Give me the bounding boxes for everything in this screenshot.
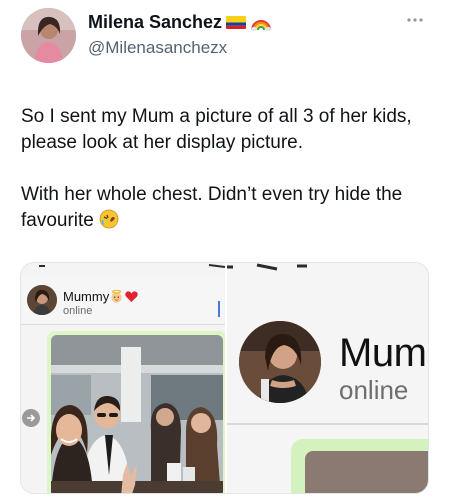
rainbow-icon [250, 15, 272, 31]
author-avatar[interactable] [21, 8, 76, 63]
author-handle[interactable]: @Milenasanchezx [88, 38, 227, 58]
author-name-row: Milena Sanchez [88, 12, 272, 33]
tweet-text: So I sent my Mum a picture of all 3 of h… [21, 104, 436, 234]
colombia-flag-icon [226, 16, 247, 29]
rolling-on-floor-laughing-emoji [99, 209, 119, 229]
author-name[interactable]: Milena Sanchez [88, 12, 222, 33]
tweet-paragraph-2-text: With her whole chest. Didn’t even try hi… [21, 184, 403, 231]
tweet-paragraph-1: So I sent my Mum a picture of all 3 of h… [21, 106, 412, 153]
tweet-media[interactable]: Mummy online Mum online [20, 262, 429, 494]
contact-status: online [63, 305, 93, 317]
contact-avatar[interactable] [27, 285, 57, 315]
family-photo[interactable] [51, 335, 223, 493]
red-heart-emoji [124, 289, 139, 304]
photo-message-bubble[interactable] [47, 331, 227, 493]
header-divider [227, 423, 428, 425]
cursor-bar [218, 301, 220, 317]
photo-thumbnail-zoomed [305, 451, 428, 493]
contact-name-text: Mummy [63, 289, 110, 304]
chat-header: Mummy online [21, 275, 225, 325]
forward-button[interactable] [22, 409, 40, 427]
forward-icon [27, 414, 36, 422]
cropped-header-marks-right [227, 263, 307, 271]
tweet-paragraph-2: With her whole chest. Didn’t even try hi… [21, 182, 436, 234]
more-icon[interactable] [404, 12, 426, 22]
contact-name-zoomed: Mum [339, 331, 427, 375]
contact-avatar-zoomed[interactable] [239, 321, 321, 403]
chat-screenshot-panel: Mummy online [21, 263, 227, 493]
cropped-header-marks [39, 264, 226, 268]
zoomed-header-panel: Mum online [227, 263, 428, 493]
contact-status-zoomed: online [339, 375, 409, 405]
tweet: Milena Sanchez @Milenasanchezx So I sent… [0, 0, 449, 500]
contact-name: Mummy [63, 289, 139, 304]
baby-angel-emoji [109, 289, 124, 304]
